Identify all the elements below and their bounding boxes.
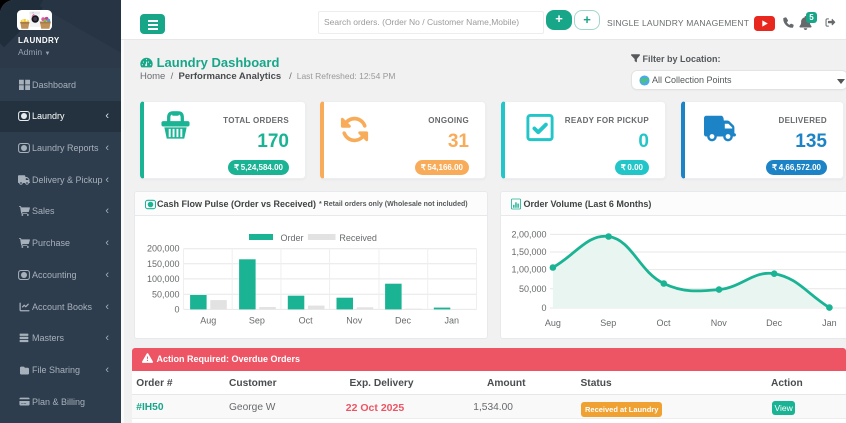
svg-text:2,00,000: 2,00,000	[511, 229, 546, 239]
svg-text:Received: Received	[339, 233, 377, 243]
svg-text:Oct: Oct	[656, 318, 671, 328]
svg-text:50,000: 50,000	[151, 289, 179, 299]
svg-text:Aug: Aug	[200, 316, 216, 326]
svg-text:200,000: 200,000	[146, 244, 179, 254]
svg-text:Aug: Aug	[544, 318, 560, 328]
svg-text:Oct: Oct	[298, 316, 313, 326]
svg-text:Order: Order	[280, 233, 303, 243]
svg-text:0: 0	[541, 303, 546, 313]
svg-text:Dec: Dec	[766, 318, 783, 328]
svg-text:150,000: 150,000	[146, 259, 179, 269]
svg-text:Dec: Dec	[394, 316, 411, 326]
svg-text:Sep: Sep	[600, 318, 616, 328]
svg-text:50,000: 50,000	[518, 284, 546, 294]
svg-text:Nov: Nov	[710, 318, 727, 328]
svg-text:Nov: Nov	[346, 316, 363, 326]
svg-text:Sep: Sep	[248, 316, 264, 326]
svg-text:0: 0	[174, 304, 179, 314]
svg-text:100,000: 100,000	[146, 274, 179, 284]
svg-text:Jan: Jan	[822, 318, 837, 328]
svg-text:1,00,000: 1,00,000	[511, 265, 546, 275]
svg-text:Jan: Jan	[444, 316, 459, 326]
svg-text:1,50,000: 1,50,000	[511, 247, 546, 257]
